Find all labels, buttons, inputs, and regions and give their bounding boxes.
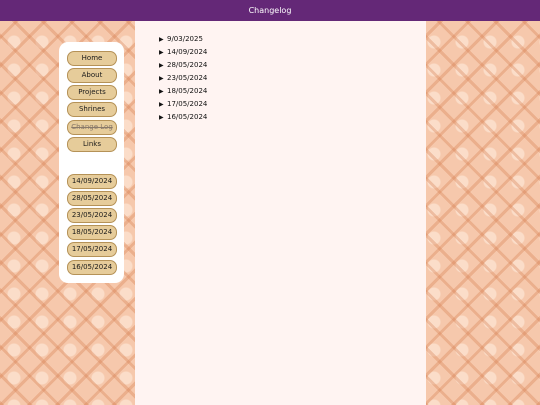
nav-about-button[interactable]: About [67, 68, 117, 83]
disclosure-triangle-right-icon: ▶ [159, 49, 164, 56]
disclosure-triangle-right-icon: ▶ [159, 62, 164, 69]
changelog-panel: ▶ 9/03/2025 ▶ 14/09/2024 ▶ 28/05/2024 ▶ 23/0… [135, 21, 426, 405]
changelog-list: ▶ 9/03/2025 ▶ 14/09/2024 ▶ 28/05/2024 ▶ 23/0… [159, 35, 207, 126]
disclosure-triangle-right-icon: ▶ [159, 75, 164, 82]
date-link-button[interactable]: 23/05/2024 [67, 208, 117, 223]
entry-date: 18/05/2024 [167, 87, 208, 95]
nav-home-button[interactable]: Home [67, 51, 117, 66]
disclosure-triangle-right-icon: ▶ [159, 101, 164, 108]
changelog-entry[interactable]: ▶ 17/05/2024 [159, 100, 207, 113]
disclosure-triangle-right-icon: ▶ [159, 36, 164, 43]
changelog-entry[interactable]: ▶ 23/05/2024 [159, 74, 207, 87]
changelog-entry[interactable]: ▶ 28/05/2024 [159, 61, 207, 74]
changelog-entry[interactable]: ▶ 16/05/2024 [159, 113, 207, 126]
entry-date: 16/05/2024 [167, 113, 208, 121]
changelog-entry[interactable]: ▶ 9/03/2025 [159, 35, 207, 48]
entry-date: 28/05/2024 [167, 61, 208, 69]
page-header: Changelog [0, 0, 540, 21]
page-title: Changelog [248, 6, 292, 15]
entry-date: 17/05/2024 [167, 100, 208, 108]
entry-date: 14/09/2024 [167, 48, 208, 56]
entry-date: 9/03/2025 [167, 35, 203, 43]
nav-links-button[interactable]: Links [67, 137, 117, 152]
date-link-button[interactable]: 14/09/2024 [67, 174, 117, 189]
changelog-entry[interactable]: ▶ 14/09/2024 [159, 48, 207, 61]
date-link-button[interactable]: 18/05/2024 [67, 225, 117, 240]
disclosure-triangle-right-icon: ▶ [159, 88, 164, 95]
nav-changelog-button[interactable]: Change Log [67, 120, 117, 135]
nav-shrines-button[interactable]: Shrines [67, 102, 117, 117]
changelog-entry[interactable]: ▶ 18/05/2024 [159, 87, 207, 100]
disclosure-triangle-right-icon: ▶ [159, 114, 164, 121]
nav-projects-button[interactable]: Projects [67, 85, 117, 100]
date-link-button[interactable]: 28/05/2024 [67, 191, 117, 206]
sidebar: Home About Projects Shrines Change Log L… [59, 42, 124, 283]
date-link-button[interactable]: 17/05/2024 [67, 242, 117, 257]
entry-date: 23/05/2024 [167, 74, 208, 82]
date-link-button[interactable]: 16/05/2024 [67, 260, 117, 275]
